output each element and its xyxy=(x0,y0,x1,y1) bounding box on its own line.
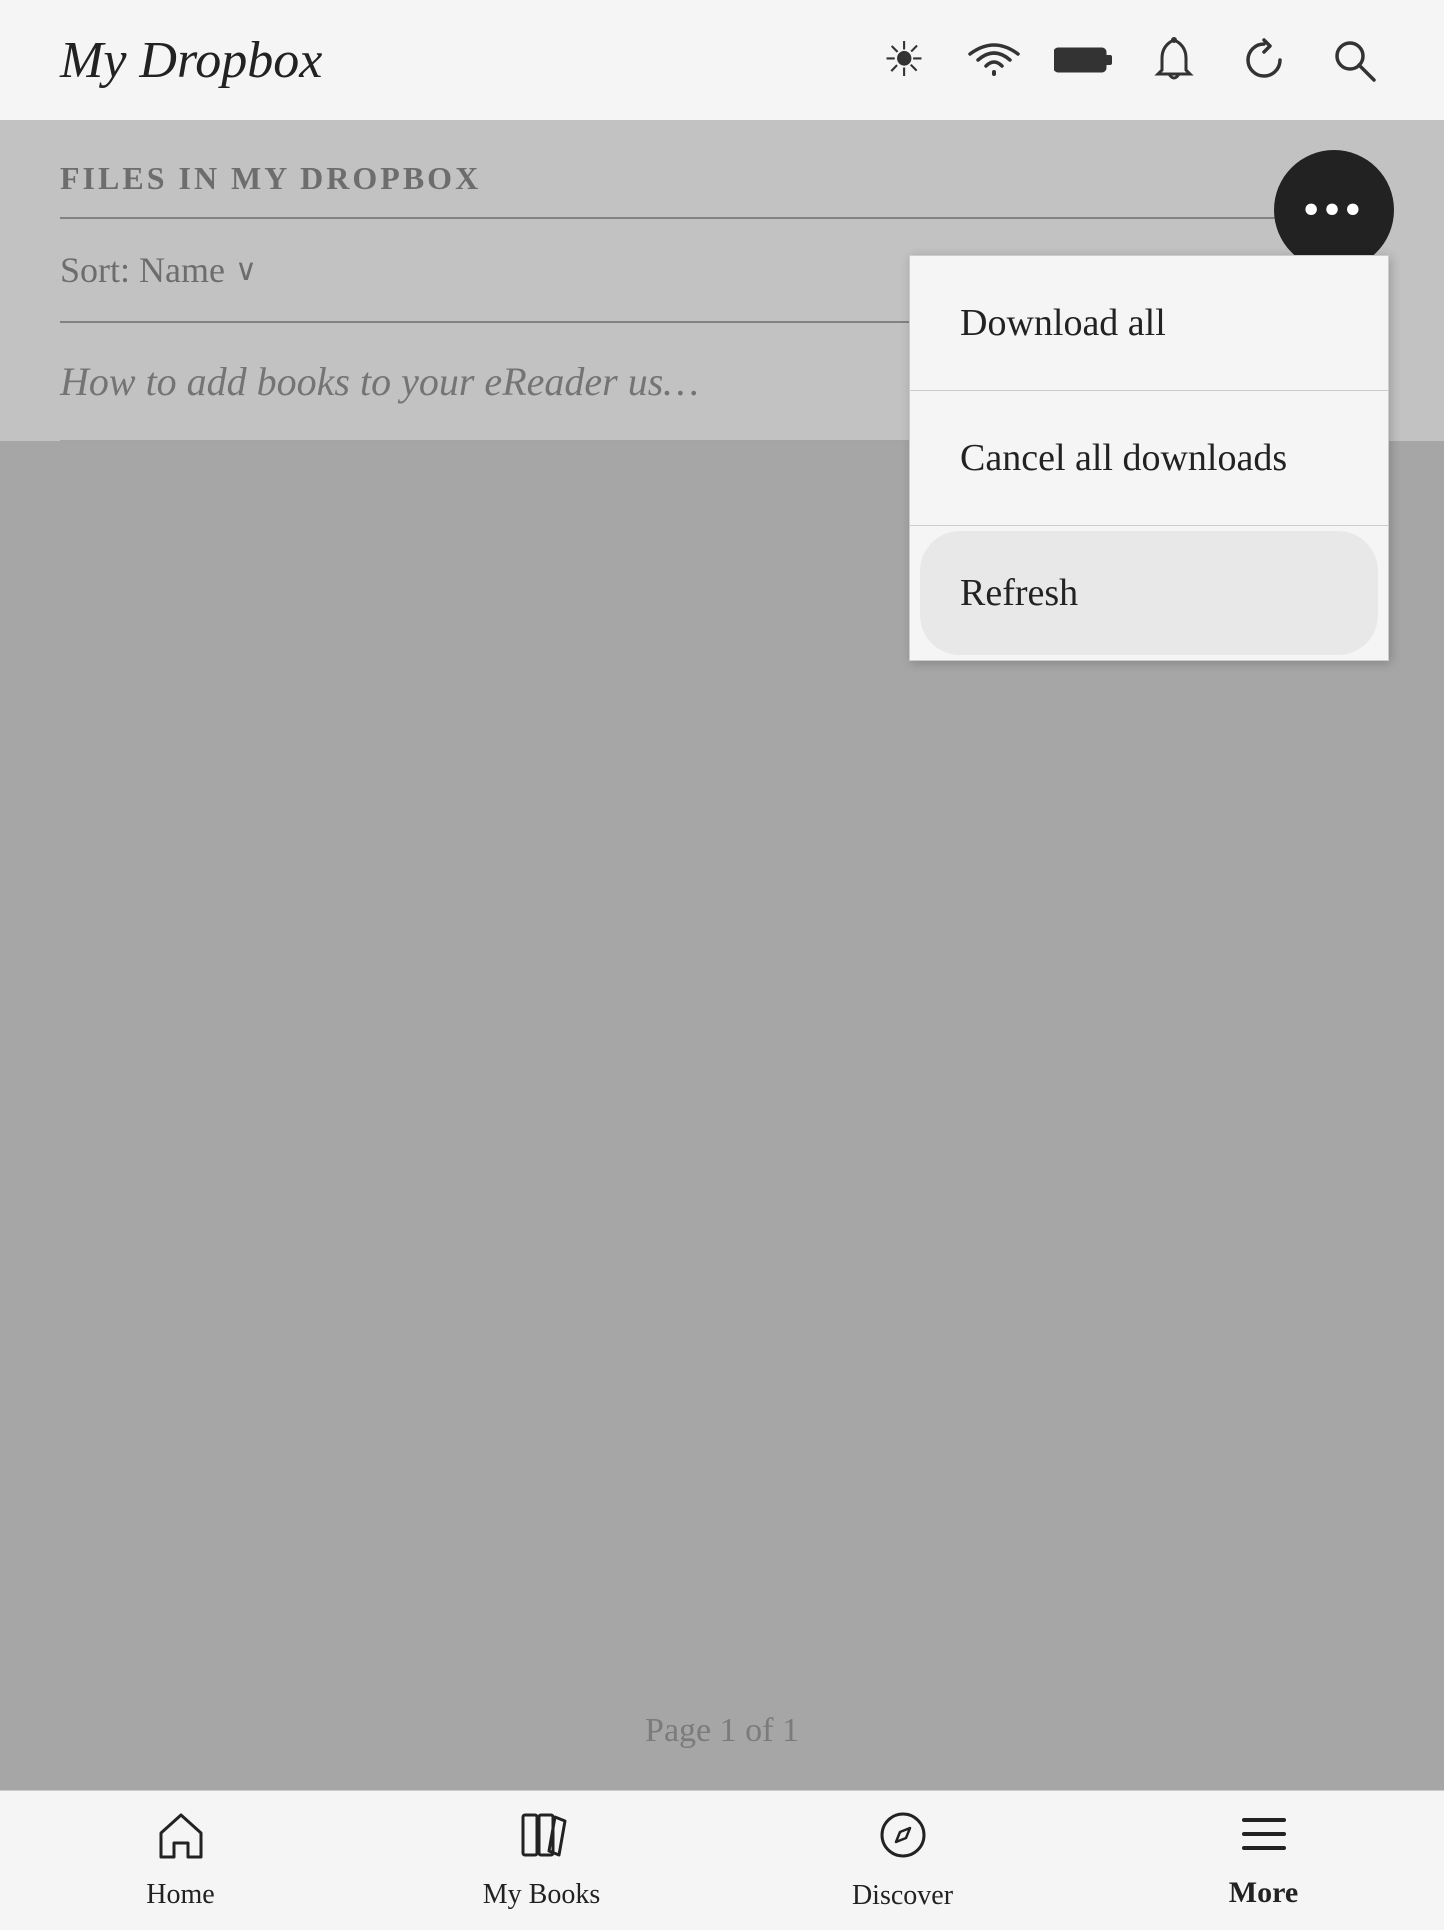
sync-icon[interactable] xyxy=(1234,30,1294,90)
nav-home[interactable]: Home xyxy=(0,1811,361,1911)
nav-my-books[interactable]: My Books xyxy=(361,1811,722,1911)
brightness-icon[interactable]: ☀ xyxy=(874,30,934,90)
home-icon xyxy=(156,1811,206,1871)
more-nav-icon xyxy=(1239,1812,1289,1868)
more-options-button[interactable]: ••• xyxy=(1274,150,1394,270)
discover-icon xyxy=(878,1810,928,1872)
nav-discover[interactable]: Discover xyxy=(722,1810,1083,1912)
page-title: My Dropbox xyxy=(60,31,322,90)
search-icon[interactable] xyxy=(1324,30,1384,90)
battery-icon xyxy=(1054,30,1114,90)
refresh-button[interactable]: Refresh xyxy=(920,531,1378,655)
download-all-button[interactable]: Download all xyxy=(910,256,1388,391)
bottom-navigation: Home My Books Discover Mor xyxy=(0,1790,1444,1930)
cancel-downloads-button[interactable]: Cancel all downloads xyxy=(910,391,1388,526)
ellipsis-icon: ••• xyxy=(1303,186,1365,234)
my-books-icon xyxy=(517,1811,567,1871)
wifi-icon[interactable] xyxy=(964,30,1024,90)
discover-label: Discover xyxy=(852,1880,953,1912)
nav-more[interactable]: More xyxy=(1083,1812,1444,1910)
home-label: Home xyxy=(146,1879,214,1911)
header-icons: ☀ xyxy=(874,30,1384,90)
dropdown-menu: Download all Cancel all downloads Refres… xyxy=(909,255,1389,661)
header: My Dropbox ☀ xyxy=(0,0,1444,120)
more-nav-label: More xyxy=(1229,1876,1298,1910)
my-books-label: My Books xyxy=(483,1879,600,1911)
notifications-icon[interactable] xyxy=(1144,30,1204,90)
